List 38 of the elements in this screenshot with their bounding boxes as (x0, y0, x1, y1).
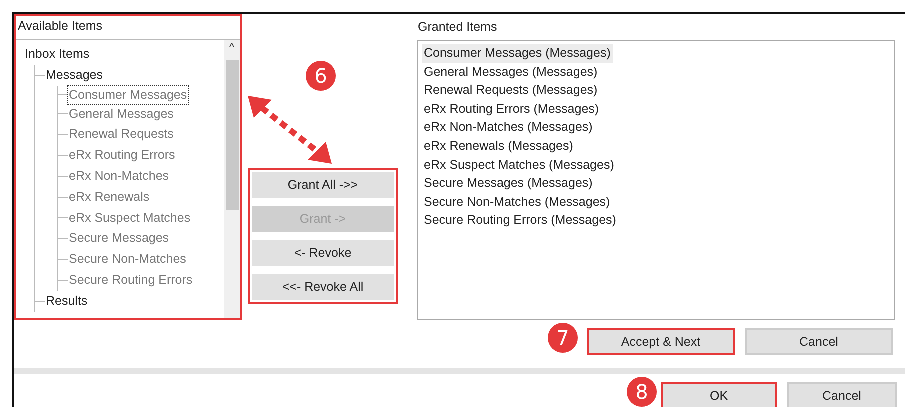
list-item[interactable]: eRx Routing Errors (Messages) (422, 100, 602, 118)
list-item[interactable]: General Messages (Messages) (422, 62, 600, 82)
list-item[interactable]: Secure Messages (Messages) (422, 174, 595, 193)
double-arrow-icon (248, 96, 332, 164)
tree-item[interactable]: Secure Non-Matches (68, 249, 188, 270)
dialog-button[interactable]: Cancel (787, 382, 897, 407)
tree-item[interactable]: Secure Routing Errors (68, 270, 194, 291)
list-item[interactable]: Renewal Requests (Messages) (422, 81, 600, 100)
list-item[interactable]: Consumer Messages (Messages) (422, 44, 613, 63)
panel-title: Available Items (17, 18, 104, 35)
step-number-badge: 6 (306, 61, 336, 91)
tree-item[interactable]: eRx Non-Matches (68, 166, 170, 187)
dialog-button[interactable]: Accept & Next (587, 328, 735, 355)
list-item[interactable]: eRx Non-Matches (Messages) (422, 118, 595, 137)
step-number-badge: 7 (548, 323, 578, 353)
tree-item[interactable]: eRx Suspect Matches (68, 208, 192, 228)
transfer-button[interactable]: <<- Revoke All (252, 274, 394, 300)
tree-item[interactable]: Messages (45, 64, 104, 86)
tree-item[interactable]: eRx Renewals (68, 186, 151, 208)
list-item[interactable]: eRx Renewals (Messages) (422, 136, 576, 156)
tree-item[interactable]: Renewal Requests (68, 124, 175, 146)
step-number-badge: 8 (627, 377, 657, 407)
list-item[interactable]: eRx Suspect Matches (Messages) (422, 156, 616, 174)
scroll-up-button[interactable]: ^ (229, 40, 235, 56)
tree-item[interactable]: Inbox Items (24, 44, 91, 65)
tree-item[interactable]: Consumer Messages (68, 86, 188, 104)
dialog-button[interactable]: OK (661, 382, 777, 407)
scrollbar-thumb[interactable] (226, 60, 238, 210)
panel-title: Granted Items (417, 19, 498, 36)
transfer-button[interactable]: <- Revoke (252, 240, 394, 266)
list-item[interactable]: Secure Routing Errors (Messages) (422, 211, 618, 230)
tree-item[interactable]: Secure Messages (68, 228, 170, 250)
tree-item[interactable]: Results (45, 290, 89, 312)
tree-item[interactable]: eRx Routing Errors (68, 145, 176, 166)
transfer-button[interactable]: Grant All ->> (252, 172, 394, 198)
tree-item[interactable]: General Messages (68, 104, 175, 124)
dialog-button[interactable]: Cancel (745, 328, 893, 355)
list-item[interactable]: Secure Non-Matches (Messages) (422, 192, 612, 212)
